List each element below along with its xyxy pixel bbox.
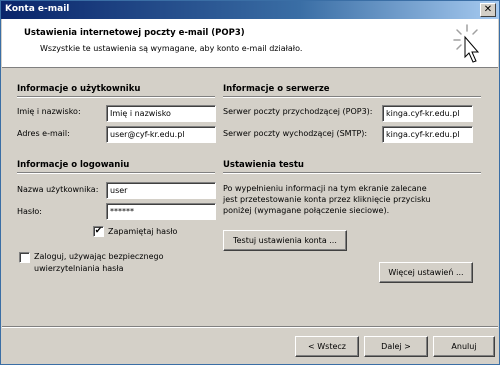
test-description-line3: poniżej (wymagane połączenie sieciowe). — [223, 206, 390, 215]
username-label: Nazwa użytkownika: — [17, 185, 99, 194]
remember-password-label: Zapamiętaj hasło — [108, 227, 178, 236]
back-button[interactable]: < Wstecz — [295, 336, 359, 357]
test-settings-heading: Ustawienia testu — [223, 160, 304, 170]
name-label: Imię i nazwisko: — [17, 107, 81, 116]
more-settings-button[interactable]: Więcej ustawień ... — [379, 262, 473, 283]
email-label: Adres e-mail: — [17, 129, 70, 138]
name-field[interactable]: Imię i nazwisko — [106, 105, 216, 122]
outgoing-server-label: Serwer poczty wychodzącej (SMTP): — [223, 129, 368, 138]
incoming-server-field[interactable]: kinga.cyf-kr.edu.pl — [382, 105, 473, 122]
server-info-separator — [223, 96, 481, 98]
checkmark-icon: ✔ — [94, 226, 103, 236]
test-settings-separator — [223, 172, 481, 174]
outgoing-server-field[interactable]: kinga.cyf-kr.edu.pl — [382, 126, 473, 143]
account-settings-dialog: Konta e-mail ✕ Ustawienia internetowej p… — [0, 0, 500, 365]
server-info-heading: Informacje o serwerze — [223, 84, 330, 94]
dialog-content: Informacje o użytkowniku Imię i nazwisko… — [2, 69, 498, 325]
window-title: Konta e-mail — [5, 4, 70, 14]
next-button[interactable]: Dalej > — [364, 336, 428, 357]
login-info-separator — [17, 172, 215, 174]
dialog-header: Ustawienia internetowej poczty e-mail (P… — [2, 19, 498, 68]
user-info-separator — [17, 96, 215, 98]
test-description-line2: jest przetestowanie konta przez kliknięc… — [223, 195, 431, 204]
spa-label-line1: Zaloguj, używając bezpiecznego — [34, 252, 164, 261]
spa-label-line2: uwierzytelniania hasła — [34, 264, 124, 273]
header-title: Ustawienia internetowej poczty e-mail (P… — [24, 28, 245, 38]
title-bar: Konta e-mail ✕ — [1, 1, 499, 19]
incoming-server-label: Serwer poczty przychodzącej (POP3): — [223, 107, 373, 116]
login-info-heading: Informacje o logowaniu — [17, 160, 130, 170]
password-label: Hasło: — [17, 207, 42, 216]
cancel-button[interactable]: Anuluj — [433, 336, 495, 357]
remember-password-checkbox[interactable]: ✔ — [93, 226, 104, 237]
email-field[interactable]: user@cyf-kr.edu.pl — [106, 126, 216, 143]
close-button[interactable]: ✕ — [480, 3, 496, 17]
close-icon: ✕ — [483, 4, 493, 15]
password-field[interactable]: ****** — [106, 203, 216, 220]
username-field[interactable]: user — [106, 182, 216, 199]
test-account-settings-button[interactable]: Testuj ustawienia konta ... — [223, 230, 347, 251]
footer-separator — [2, 326, 498, 328]
user-info-heading: Informacje o użytkowniku — [17, 84, 141, 94]
test-description-line1: Po wypełnieniu informacji na tym ekranie… — [223, 184, 427, 193]
spa-checkbox[interactable] — [19, 252, 30, 263]
header-subtitle: Wszystkie te ustawienia są wymagane, aby… — [40, 44, 303, 53]
magic-wand-icon — [453, 24, 480, 63]
